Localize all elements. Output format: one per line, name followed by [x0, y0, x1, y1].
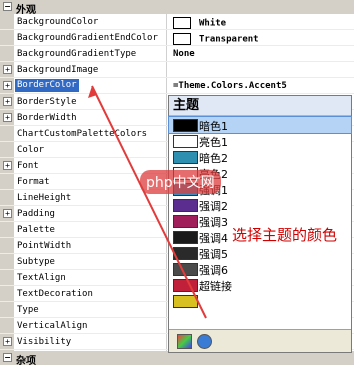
annotation-text: 选择主题的颜色: [232, 226, 338, 244]
watermark: php中文网: [140, 170, 221, 194]
